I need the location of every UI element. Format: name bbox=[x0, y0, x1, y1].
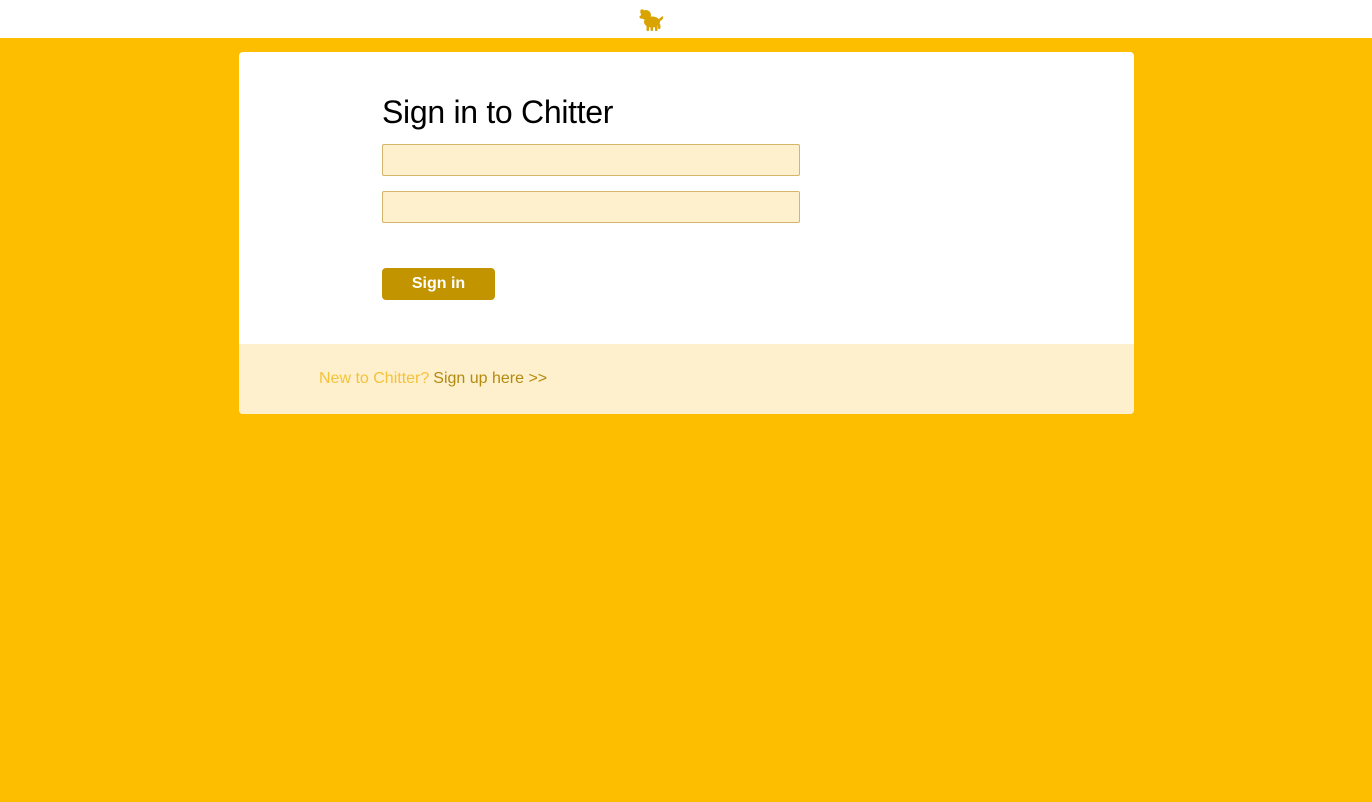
signup-footer: New to Chitter? Sign up here >> bbox=[239, 344, 1134, 414]
signup-link[interactable]: Sign up here >> bbox=[433, 370, 547, 387]
page-title: Sign in to Chitter bbox=[382, 94, 614, 130]
signup-prompt-line: New to Chitter? Sign up here >> bbox=[319, 370, 547, 388]
username-field[interactable] bbox=[382, 144, 800, 176]
top-bar bbox=[0, 0, 1372, 38]
dog-logo-icon[interactable] bbox=[638, 6, 666, 32]
password-field[interactable] bbox=[382, 191, 800, 223]
sign-in-button[interactable]: Sign in bbox=[382, 268, 495, 300]
signin-card: Sign in to Chitter Sign in New to Chitte… bbox=[239, 52, 1134, 414]
signup-prompt: New to Chitter? bbox=[319, 370, 430, 387]
